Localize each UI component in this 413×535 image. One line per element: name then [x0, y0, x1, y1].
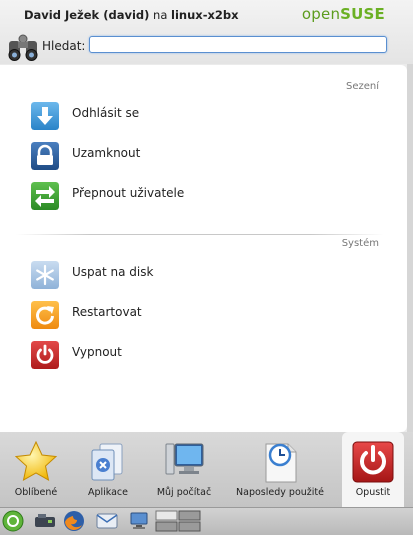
tab-bar: Oblíbené Aplikace Můj počítač Naposledy …	[0, 432, 413, 507]
tab-leave-label: Opustit	[355, 487, 391, 498]
search-label: Hledat:	[42, 39, 86, 53]
user-host-line: David Ježek (david) na linux-x2bx	[24, 8, 239, 22]
tab-applications-label: Aplikace	[87, 487, 129, 498]
star-icon	[14, 440, 58, 481]
leave-panel: Sezení Odhlásit se Uzamknout Přepnout už…	[0, 65, 407, 432]
kmail-icon[interactable]	[95, 510, 119, 532]
on-word: na	[153, 8, 168, 22]
tab-computer[interactable]: Můj počítač	[144, 432, 224, 507]
user-name: David Ježek (david)	[24, 8, 150, 22]
lock-label: Uzamknout	[72, 146, 141, 160]
device-notifier-icon[interactable]	[33, 510, 57, 532]
firefox-icon[interactable]	[62, 510, 86, 532]
binoculars-icon	[8, 34, 38, 61]
tab-favorites[interactable]: Oblíbené	[0, 432, 72, 507]
tab-computer-label: Můj počítač	[156, 487, 212, 498]
lock-icon	[31, 142, 59, 170]
tab-leave[interactable]: Opustit	[342, 432, 404, 507]
leave-power-icon	[352, 441, 394, 483]
network-icon[interactable]	[127, 510, 151, 532]
power-icon	[31, 341, 59, 369]
hibernate-item[interactable]: Uspat na disk	[31, 261, 371, 291]
applications-icon	[91, 443, 123, 481]
kickoff-menu: David Ježek (david) na linux-x2bx openSU…	[0, 0, 413, 507]
tab-recent[interactable]: Naposledy použité	[228, 432, 332, 507]
search-input[interactable]	[89, 36, 387, 53]
shutdown-item[interactable]: Vypnout	[31, 341, 371, 371]
shutdown-label: Vypnout	[72, 345, 122, 359]
hibernate-label: Uspat na disk	[72, 265, 154, 279]
switch-user-item[interactable]: Přepnout uživatele	[31, 182, 371, 212]
bottom-panel	[0, 507, 413, 535]
opensuse-logo: openSUSE	[301, 5, 385, 23]
tab-recent-label: Naposledy použité	[236, 487, 324, 498]
snowflake-icon	[31, 261, 59, 289]
host-name: linux-x2bx	[171, 8, 239, 22]
pager-icon[interactable]	[155, 510, 201, 532]
lock-item[interactable]: Uzamknout	[31, 142, 371, 172]
menu-header: David Ježek (david) na linux-x2bx openSU…	[0, 0, 413, 64]
switch-user-arrows-icon	[31, 182, 59, 210]
restart-label: Restartovat	[72, 305, 142, 319]
switch-user-label: Přepnout uživatele	[72, 186, 185, 200]
restart-item[interactable]: Restartovat	[31, 301, 371, 331]
section-divider	[16, 234, 384, 235]
logout-arrow-down-icon	[31, 102, 59, 130]
section-title-system: Systém	[341, 238, 379, 249]
content-edge	[407, 64, 413, 432]
section-title-session: Sezení	[345, 81, 379, 92]
computer-icon	[165, 443, 204, 475]
recent-documents-icon	[265, 443, 297, 483]
logout-label: Odhlásit se	[72, 106, 140, 120]
logout-item[interactable]: Odhlásit se	[31, 102, 371, 132]
restart-icon	[31, 301, 59, 329]
tab-applications[interactable]: Aplikace	[72, 432, 144, 507]
tab-favorites-label: Oblíbené	[14, 487, 58, 498]
kickoff-menu-icon[interactable]	[1, 510, 25, 532]
